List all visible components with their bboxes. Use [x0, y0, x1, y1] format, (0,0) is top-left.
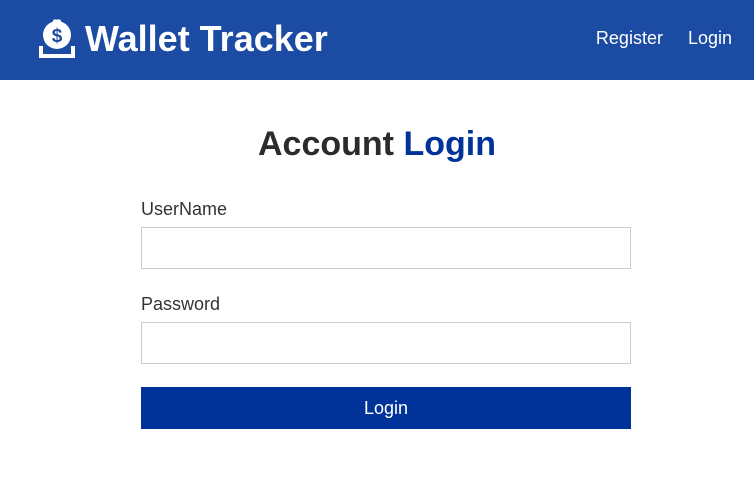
username-label: UserName — [141, 199, 228, 219]
nav-links: Register Login — [571, 26, 732, 50]
page-title-part1: Account — [258, 125, 394, 163]
login-button[interactable]: Login — [141, 387, 631, 429]
password-input[interactable] — [141, 322, 631, 364]
password-label: Password — [141, 294, 221, 314]
svg-text:$: $ — [52, 26, 63, 47]
top-navbar: $ Wallet Tracker Register Login — [0, 0, 754, 80]
money-bag-icon: $ — [38, 19, 76, 59]
brand-link[interactable]: $ Wallet Tracker — [38, 14, 328, 64]
page-title: Account Login — [0, 122, 754, 166]
username-input[interactable] — [141, 227, 631, 269]
brand-name: Wallet Tracker — [85, 18, 328, 59]
nav-register-link[interactable]: Register — [596, 26, 663, 50]
nav-login-link[interactable]: Login — [688, 26, 732, 50]
page-title-part2: Login — [403, 125, 496, 163]
